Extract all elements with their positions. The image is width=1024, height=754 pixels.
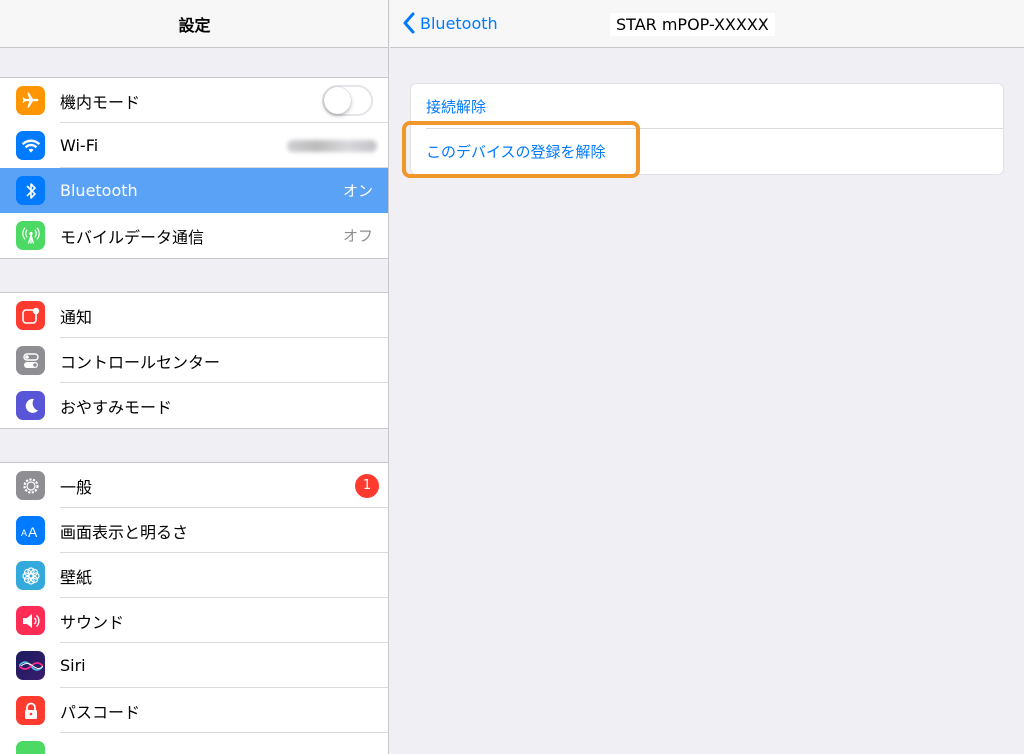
update-badge: 1 [355, 473, 379, 498]
sidebar-item-label: Wi-Fi [60, 136, 99, 155]
siri-icon [16, 651, 45, 680]
sidebar-item-label: モバイルデータ通信 [60, 227, 205, 247]
disconnect-label: 接続解除 [426, 98, 487, 116]
settings-app: 設定 機内モード Wi-Fi Bluetooth オン モバイルデータ通信 オフ… [0, 0, 1024, 754]
wifi-icon [16, 131, 45, 160]
sidebar-item-do-not-disturb[interactable]: おやすみモード [0, 383, 388, 428]
device-title: STAR mPOP-XXXXX [610, 13, 775, 36]
display-brightness-icon: AA [16, 516, 45, 545]
sidebar-item-control-center[interactable]: コントロールセンター [0, 338, 388, 383]
wifi-network-name-redacted [287, 139, 377, 152]
notifications-icon [16, 301, 45, 330]
sidebar-item-label: 一般 [60, 477, 93, 497]
sidebar-item-wallpaper[interactable]: 壁紙 [0, 553, 388, 598]
toggle-knob [324, 87, 351, 114]
settings-sidebar: 設定 機内モード Wi-Fi Bluetooth オン モバイルデータ通信 オフ… [0, 0, 389, 754]
bluetooth-status-value: オン [342, 182, 373, 200]
sidebar-item-label: パスコード [60, 702, 141, 722]
sidebar-item-passcode[interactable]: パスコード [0, 688, 388, 733]
sidebar-item-bluetooth[interactable]: Bluetooth オン [0, 168, 388, 213]
wallpaper-icon [16, 561, 45, 590]
sidebar-item-label: 通知 [60, 307, 93, 327]
sidebar-title: 設定 [178, 15, 211, 35]
sidebar-header: 設定 [0, 0, 388, 48]
sidebar-item-label: 画面表示と明るさ [60, 522, 189, 542]
gear-icon [16, 471, 45, 500]
svg-text:A: A [21, 528, 27, 538]
sidebar-item-wifi[interactable]: Wi-Fi [0, 123, 388, 168]
sidebar-item-siri[interactable]: Siri [0, 643, 388, 688]
sidebar-item-sounds[interactable]: サウンド [0, 598, 388, 643]
control-center-icon [16, 346, 45, 375]
sidebar-item-label: Bluetooth [60, 181, 138, 200]
sidebar-item-label: Siri [60, 656, 86, 675]
mobile-data-status-value: オフ [342, 227, 373, 245]
highlight-annotation [402, 121, 640, 178]
sidebar-item-notifications[interactable]: 通知 [0, 293, 388, 338]
settings-group-general: 一般 1 AA 画面表示と明るさ 壁紙 サウンド Siri パスコード [0, 462, 388, 754]
speaker-icon [16, 606, 45, 635]
sidebar-item-display-brightness[interactable]: AA 画面表示と明るさ [0, 508, 388, 553]
antenna-icon [16, 221, 45, 250]
airplane-mode-toggle[interactable] [322, 85, 373, 116]
moon-icon [16, 391, 45, 420]
sidebar-item-label: サウンド [60, 612, 125, 632]
back-button-label: Bluetooth [420, 13, 498, 33]
settings-group-connectivity: 機内モード Wi-Fi Bluetooth オン モバイルデータ通信 オフ [0, 77, 388, 259]
sidebar-item-partial[interactable] [0, 733, 388, 754]
settings-group-notifications: 通知 コントロールセンター おやすみモード [0, 292, 388, 429]
sidebar-item-label: コントロールセンター [60, 352, 221, 372]
sidebar-item-label: 機内モード [60, 92, 141, 112]
sidebar-item-mobile-data[interactable]: モバイルデータ通信 オフ [0, 213, 388, 258]
detail-nav-bar: Bluetooth STAR mPOP-XXXXX [390, 0, 1024, 48]
airplane-icon [16, 86, 45, 115]
back-button[interactable]: Bluetooth [402, 12, 498, 34]
sidebar-item-general[interactable]: 一般 1 [0, 463, 388, 508]
sidebar-item-label: 壁紙 [60, 567, 93, 587]
lock-icon [16, 696, 45, 725]
battery-icon [16, 741, 45, 754]
sidebar-item-airplane-mode[interactable]: 機内モード [0, 78, 388, 123]
bluetooth-icon [16, 176, 45, 205]
sidebar-item-label: おやすみモード [60, 397, 173, 417]
svg-text:A: A [28, 524, 38, 538]
chevron-left-icon [403, 12, 415, 34]
